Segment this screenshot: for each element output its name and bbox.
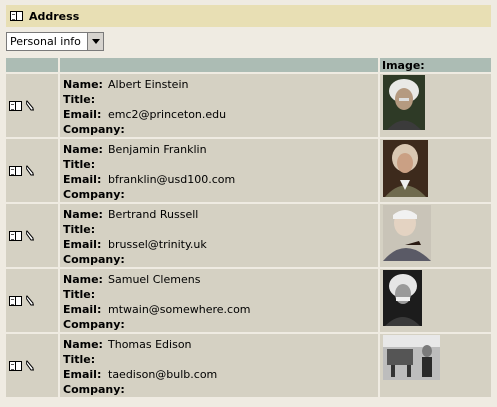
view-select-value: Personal info (10, 35, 81, 48)
chevron-down-icon (91, 39, 100, 44)
view-details-icon[interactable] (9, 165, 22, 176)
contact-info: Name: Thomas Edison Title: Email: taedison… (60, 334, 378, 397)
contact-info: Name: Samuel Clemens Title: Email: mtwain@… (60, 269, 378, 332)
photo-cell (380, 269, 491, 332)
row-actions (6, 334, 58, 397)
edit-pencil-icon[interactable] (26, 230, 35, 241)
contact-name: Bertrand Russell (108, 208, 199, 221)
contact-email: brussel@trinity.uk (108, 238, 207, 251)
edit-pencil-icon[interactable] (26, 100, 35, 111)
address-panel-header: Address (6, 5, 491, 27)
contact-info: Name: Albert Einstein Title: Email: emc2@p… (60, 74, 378, 137)
contact-name: Thomas Edison (108, 338, 192, 351)
edit-pencil-icon[interactable] (26, 165, 35, 176)
address-table: Image: Name: Albert Einstein Title: Email… (4, 56, 493, 399)
contact-email: mtwain@somewhere.com (108, 303, 251, 316)
contact-photo (383, 270, 422, 326)
contact-photo (383, 140, 428, 197)
view-select[interactable]: Personal info (6, 32, 104, 51)
contact-photo (383, 75, 425, 130)
photo-cell (380, 139, 491, 202)
table-row: Name: Benjamin Franklin Title: Email: bfra… (6, 139, 491, 202)
view-details-icon[interactable] (9, 360, 22, 371)
row-actions (6, 269, 58, 332)
actions-column-header (6, 58, 58, 72)
edit-pencil-icon[interactable] (26, 360, 35, 371)
photo-cell (380, 334, 491, 397)
contact-info: Name: Bertrand Russell Title: Email: bruss… (60, 204, 378, 267)
contact-photo (383, 205, 431, 261)
table-row: Name: Albert Einstein Title: Email: emc2@p… (6, 74, 491, 137)
row-actions (6, 204, 58, 267)
view-select-dropdown-button[interactable] (87, 33, 103, 50)
contact-name: Albert Einstein (108, 78, 189, 91)
contact-photo (383, 335, 440, 380)
table-header-row: Image: (6, 58, 491, 72)
contact-name: Samuel Clemens (108, 273, 201, 286)
view-details-icon[interactable] (9, 100, 22, 111)
row-actions (6, 139, 58, 202)
photo-cell (380, 74, 491, 137)
edit-pencil-icon[interactable] (26, 295, 35, 306)
contact-name: Benjamin Franklin (108, 143, 207, 156)
panel-title: Address (29, 9, 80, 23)
photo-cell (380, 204, 491, 267)
view-details-icon[interactable] (9, 230, 22, 241)
info-column-header (60, 58, 378, 72)
contact-email: emc2@princeton.edu (108, 108, 227, 121)
table-row: Name: Bertrand Russell Title: Email: bruss… (6, 204, 491, 267)
address-book-icon (10, 11, 23, 21)
image-column-header: Image: (380, 58, 491, 72)
contact-email: bfranklin@usd100.com (108, 173, 236, 186)
row-actions (6, 74, 58, 137)
table-row: Name: Thomas Edison Title: Email: taedison… (6, 334, 491, 397)
contact-email: taedison@bulb.com (108, 368, 218, 381)
view-details-icon[interactable] (9, 295, 22, 306)
contact-info: Name: Benjamin Franklin Title: Email: bfra… (60, 139, 378, 202)
table-row: Name: Samuel Clemens Title: Email: mtwain@… (6, 269, 491, 332)
